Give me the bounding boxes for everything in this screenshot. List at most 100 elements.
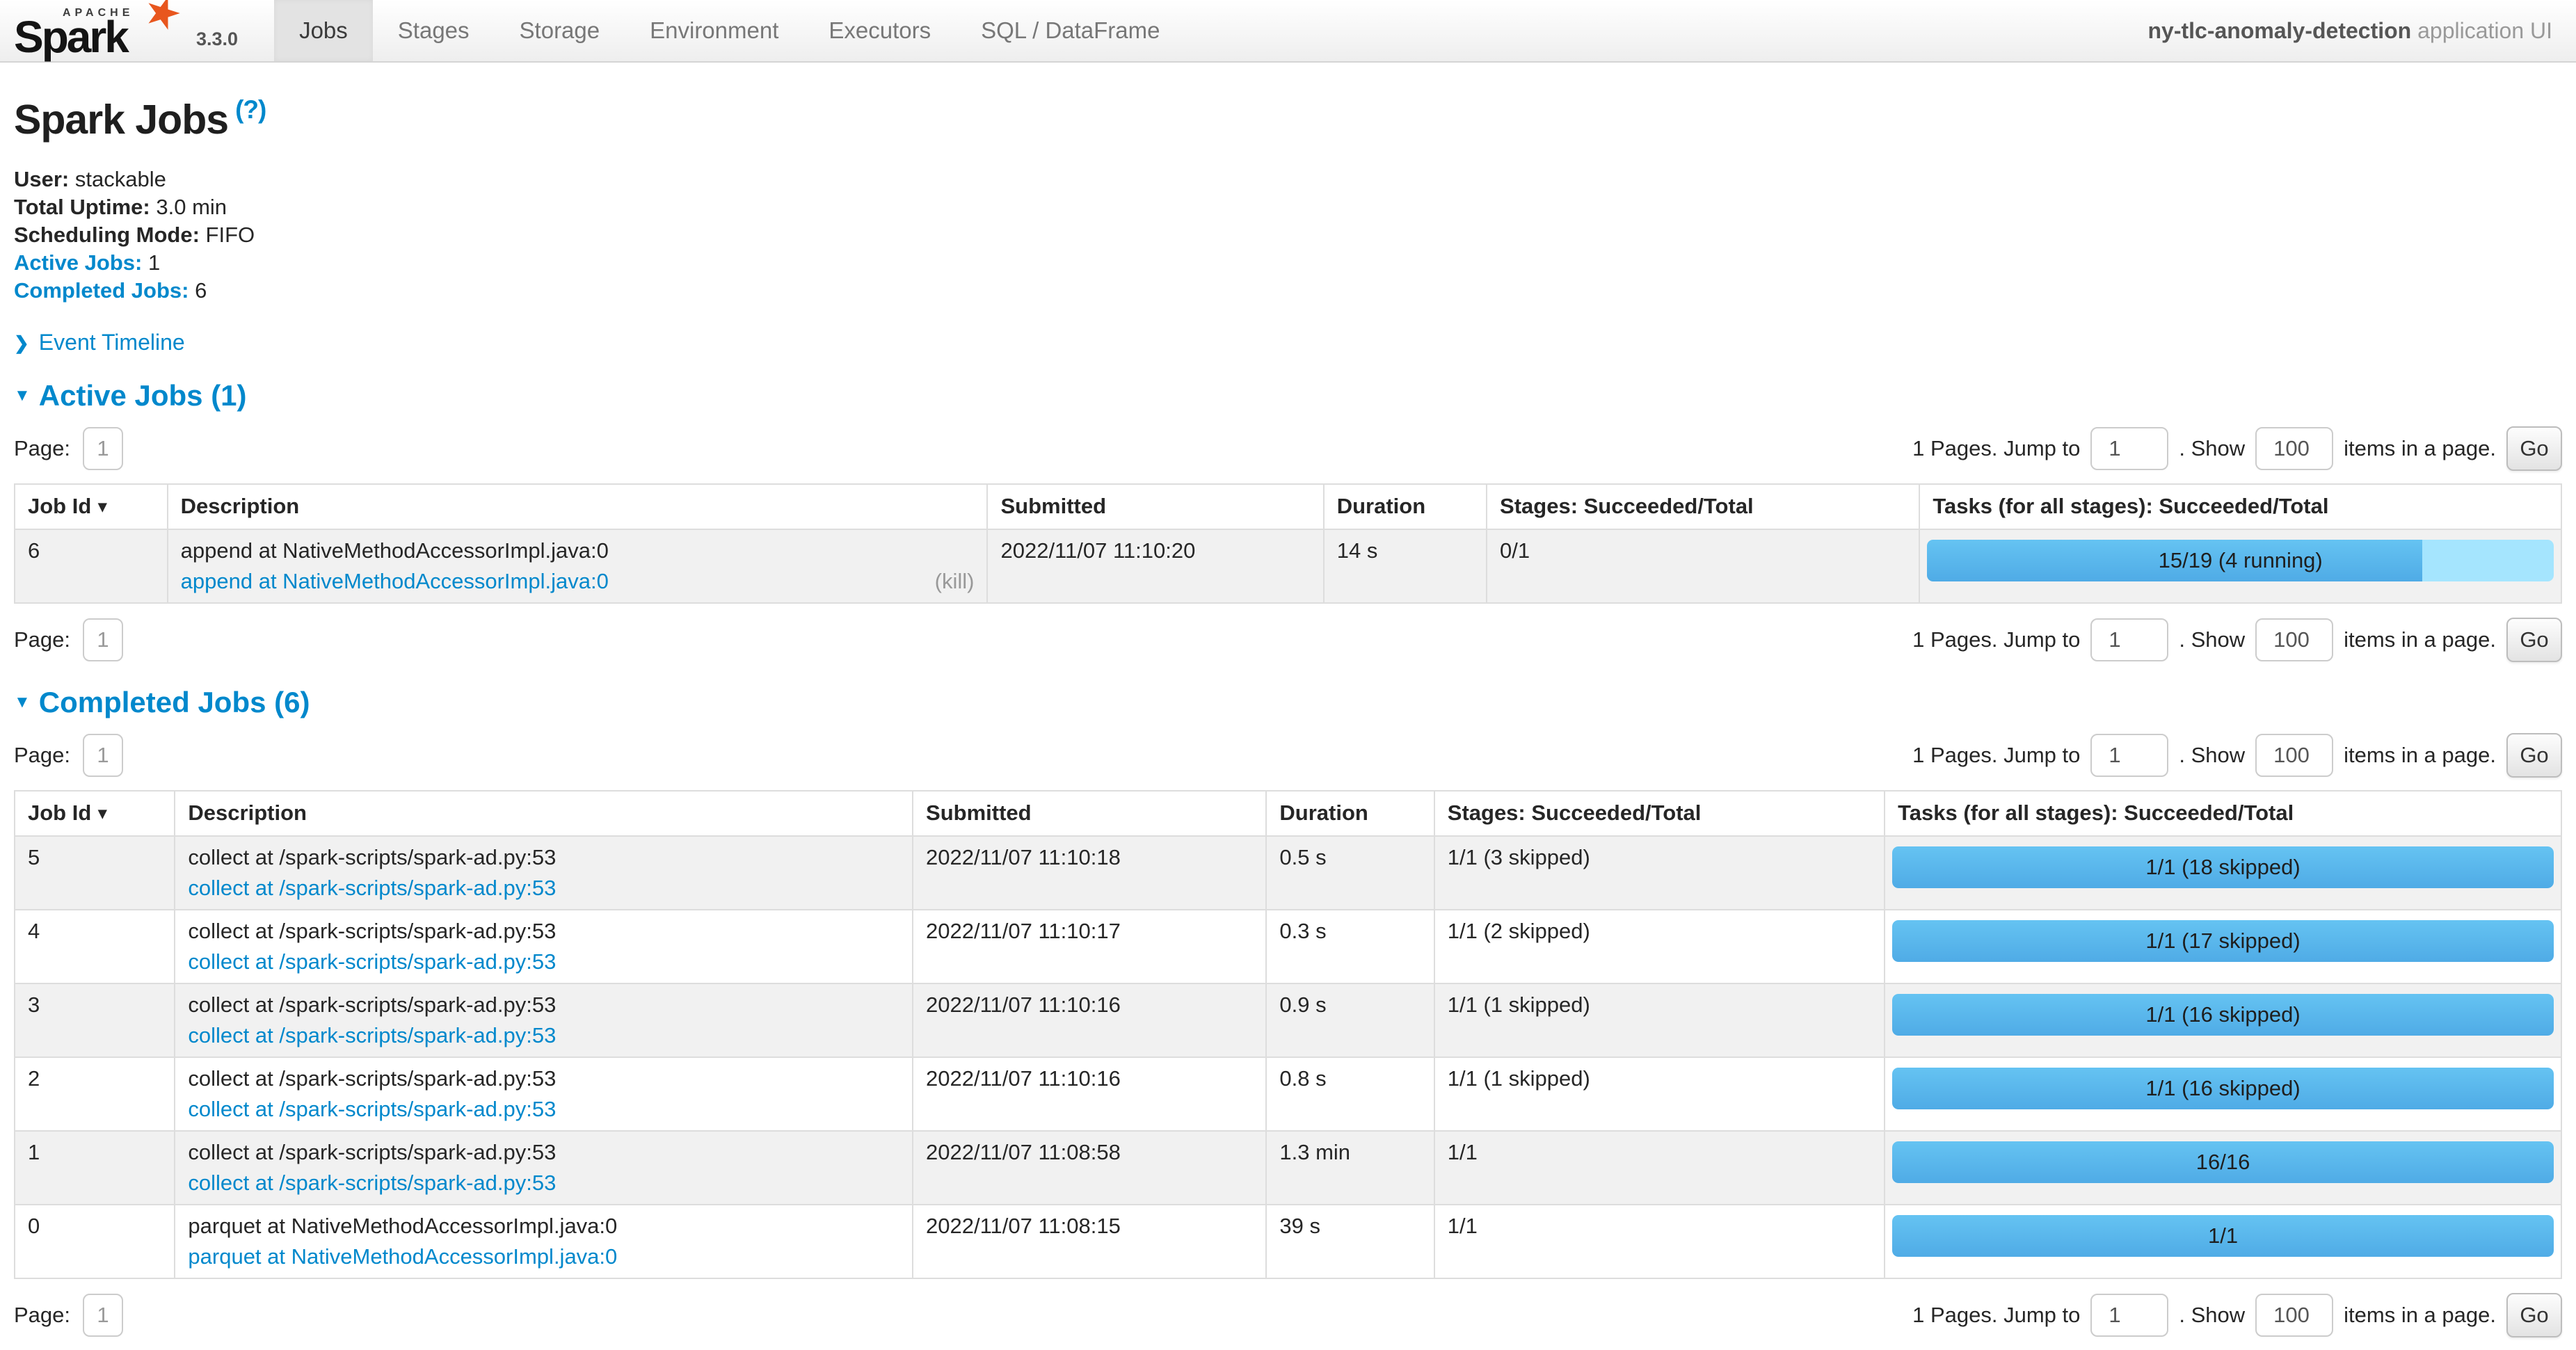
column-header-duration[interactable]: Duration xyxy=(1324,484,1487,529)
column-header-submitted[interactable]: Submitted xyxy=(987,484,1323,529)
nav-tabs: JobsStagesStorageEnvironmentExecutorsSQL… xyxy=(274,0,1185,61)
description-link[interactable]: collect at /spark-scripts/spark-ad.py:53 xyxy=(188,876,556,900)
tasks-progress-bar: 16/16 xyxy=(1892,1141,2554,1183)
submitted-cell: 2022/11/07 11:08:15 xyxy=(913,1205,1266,1278)
items-per-page-text: items in a page. xyxy=(2344,436,2496,461)
tasks-progress-bar: 1/1 (16 skipped) xyxy=(1892,1068,2554,1109)
summary-value: stackable xyxy=(69,167,166,191)
tab-executors[interactable]: Executors xyxy=(803,0,956,61)
description-cell: collect at /spark-scripts/spark-ad.py:53… xyxy=(175,1057,913,1131)
show-label: . Show xyxy=(2179,1303,2245,1328)
page-number-input[interactable]: 1 xyxy=(83,1294,123,1337)
go-button[interactable]: Go xyxy=(2506,733,2562,778)
description-link[interactable]: parquet at NativeMethodAccessorImpl.java… xyxy=(188,1244,617,1269)
description-link[interactable]: collect at /spark-scripts/spark-ad.py:53 xyxy=(188,1097,556,1121)
completed-jobs-table: Job Id▾DescriptionSubmittedDurationStage… xyxy=(14,790,2562,1279)
chevron-right-icon: ❯ xyxy=(14,332,29,354)
job-row: 2collect at /spark-scripts/spark-ad.py:5… xyxy=(15,1057,2561,1131)
kill-link[interactable]: (kill) xyxy=(935,569,975,594)
description-link[interactable]: collect at /spark-scripts/spark-ad.py:53 xyxy=(188,949,556,974)
spark-logo[interactable]: APACHE Spark ★ 3.3.0 xyxy=(11,0,238,61)
jump-to-input[interactable]: 1 xyxy=(2090,618,2168,661)
description-cell: collect at /spark-scripts/spark-ad.py:53… xyxy=(175,983,913,1057)
tasks-progress-bar: 1/1 (17 skipped) xyxy=(1892,920,2554,962)
column-header-description[interactable]: Description xyxy=(168,484,988,529)
description-line2: collect at /spark-scripts/spark-ad.py:53 xyxy=(188,1097,899,1122)
summary-list: User: stackableTotal Uptime: 3.0 minSche… xyxy=(14,166,2562,305)
column-header-duration[interactable]: Duration xyxy=(1266,791,1434,836)
column-header-tasks-for-all-stages-succeeded-total[interactable]: Tasks (for all stages): Succeeded/Total xyxy=(1919,484,2561,529)
tasks-cell: 1/1 xyxy=(1885,1205,2561,1278)
stages-cell: 1/1 (1 skipped) xyxy=(1434,983,1885,1057)
tab-jobs[interactable]: Jobs xyxy=(274,0,373,61)
page-title-text: Spark Jobs xyxy=(14,97,228,143)
page-content: Spark Jobs(?) User: stackableTotal Uptim… xyxy=(0,63,2576,1350)
job-id-cell: 3 xyxy=(15,983,175,1057)
show-count-input[interactable]: 100 xyxy=(2255,618,2333,661)
page-number-input[interactable]: 1 xyxy=(83,618,123,661)
active-jobs-title: Active Jobs (1) xyxy=(39,379,247,412)
page-number-input[interactable]: 1 xyxy=(83,734,123,777)
stages-cell: 1/1 xyxy=(1434,1131,1885,1205)
column-header-job-id[interactable]: Job Id▾ xyxy=(15,484,168,529)
description-text: collect at /spark-scripts/spark-ad.py:53 xyxy=(188,1066,899,1091)
jump-to-input[interactable]: 1 xyxy=(2090,427,2168,470)
summary-label: Total Uptime: xyxy=(14,195,150,219)
submitted-cell: 2022/11/07 11:10:16 xyxy=(913,983,1266,1057)
description-cell: collect at /spark-scripts/spark-ad.py:53… xyxy=(175,910,913,983)
event-timeline-toggle[interactable]: ❯ Event Timeline xyxy=(14,330,2562,355)
summary-label-link[interactable]: Active Jobs: xyxy=(14,250,142,275)
go-button[interactable]: Go xyxy=(2506,426,2562,471)
application-title-suffix: application UI xyxy=(2411,18,2552,43)
spark-star-icon: ★ xyxy=(138,0,188,40)
active-jobs-header[interactable]: ▼Active Jobs (1) xyxy=(14,379,2562,412)
pagination-controls: 1 Pages. Jump to1. Show100items in a pag… xyxy=(1902,733,2562,778)
spark-version: 3.3.0 xyxy=(196,29,238,50)
column-header-job-id[interactable]: Job Id▾ xyxy=(15,791,175,836)
help-link[interactable]: (?) xyxy=(235,95,266,124)
pagination-row: Page:11 Pages. Jump to1. Show100items in… xyxy=(14,733,2562,778)
sort-desc-icon: ▾ xyxy=(98,804,106,823)
show-count-input[interactable]: 100 xyxy=(2255,427,2333,470)
tab-environment[interactable]: Environment xyxy=(625,0,803,61)
tab-sql-dataframe[interactable]: SQL / DataFrame xyxy=(956,0,1185,61)
stages-cell: 1/1 (1 skipped) xyxy=(1434,1057,1885,1131)
jump-to-input[interactable]: 1 xyxy=(2090,734,2168,777)
jump-to-input[interactable]: 1 xyxy=(2090,1294,2168,1337)
progress-label: 1/1 (18 skipped) xyxy=(1892,846,2554,888)
completed-jobs-header[interactable]: ▼Completed Jobs (6) xyxy=(14,686,2562,719)
pagination-controls: 1 Pages. Jump to1. Show100items in a pag… xyxy=(1902,426,2562,471)
tab-storage[interactable]: Storage xyxy=(495,0,625,61)
column-header-tasks-for-all-stages-succeeded-total[interactable]: Tasks (for all stages): Succeeded/Total xyxy=(1885,791,2561,836)
job-row: 5collect at /spark-scripts/spark-ad.py:5… xyxy=(15,836,2561,910)
show-count-input[interactable]: 100 xyxy=(2255,1294,2333,1337)
description-text: collect at /spark-scripts/spark-ad.py:53 xyxy=(188,845,899,870)
column-header-stages-succeeded-total[interactable]: Stages: Succeeded/Total xyxy=(1487,484,1919,529)
job-id-cell: 2 xyxy=(15,1057,175,1131)
summary-item: Active Jobs: 1 xyxy=(14,249,2562,277)
description-link[interactable]: collect at /spark-scripts/spark-ad.py:53 xyxy=(188,1171,556,1195)
column-header-stages-succeeded-total[interactable]: Stages: Succeeded/Total xyxy=(1434,791,1885,836)
event-timeline-label: Event Timeline xyxy=(39,330,185,355)
description-link[interactable]: collect at /spark-scripts/spark-ad.py:53 xyxy=(188,1023,556,1047)
summary-label: Scheduling Mode: xyxy=(14,223,200,247)
tasks-cell: 1/1 (16 skipped) xyxy=(1885,983,2561,1057)
column-header-submitted[interactable]: Submitted xyxy=(913,791,1266,836)
active-jobs-table: Job Id▾DescriptionSubmittedDurationStage… xyxy=(14,483,2562,604)
summary-value: 3.0 min xyxy=(150,195,227,219)
description-text: append at NativeMethodAccessorImpl.java:… xyxy=(181,538,975,563)
summary-label-link[interactable]: Completed Jobs: xyxy=(14,278,189,303)
description-text: parquet at NativeMethodAccessorImpl.java… xyxy=(188,1214,899,1239)
description-line2: collect at /spark-scripts/spark-ad.py:53 xyxy=(188,949,899,974)
stages-cell: 0/1 xyxy=(1487,529,1919,603)
go-button[interactable]: Go xyxy=(2506,618,2562,662)
page-number-input[interactable]: 1 xyxy=(83,427,123,470)
go-button[interactable]: Go xyxy=(2506,1293,2562,1337)
tab-stages[interactable]: Stages xyxy=(373,0,495,61)
description-line2: collect at /spark-scripts/spark-ad.py:53 xyxy=(188,1171,899,1196)
description-link[interactable]: append at NativeMethodAccessorImpl.java:… xyxy=(181,569,609,593)
description-line2: append at NativeMethodAccessorImpl.java:… xyxy=(181,569,975,594)
table-header-row: Job Id▾DescriptionSubmittedDurationStage… xyxy=(15,484,2561,529)
show-count-input[interactable]: 100 xyxy=(2255,734,2333,777)
column-header-description[interactable]: Description xyxy=(175,791,913,836)
